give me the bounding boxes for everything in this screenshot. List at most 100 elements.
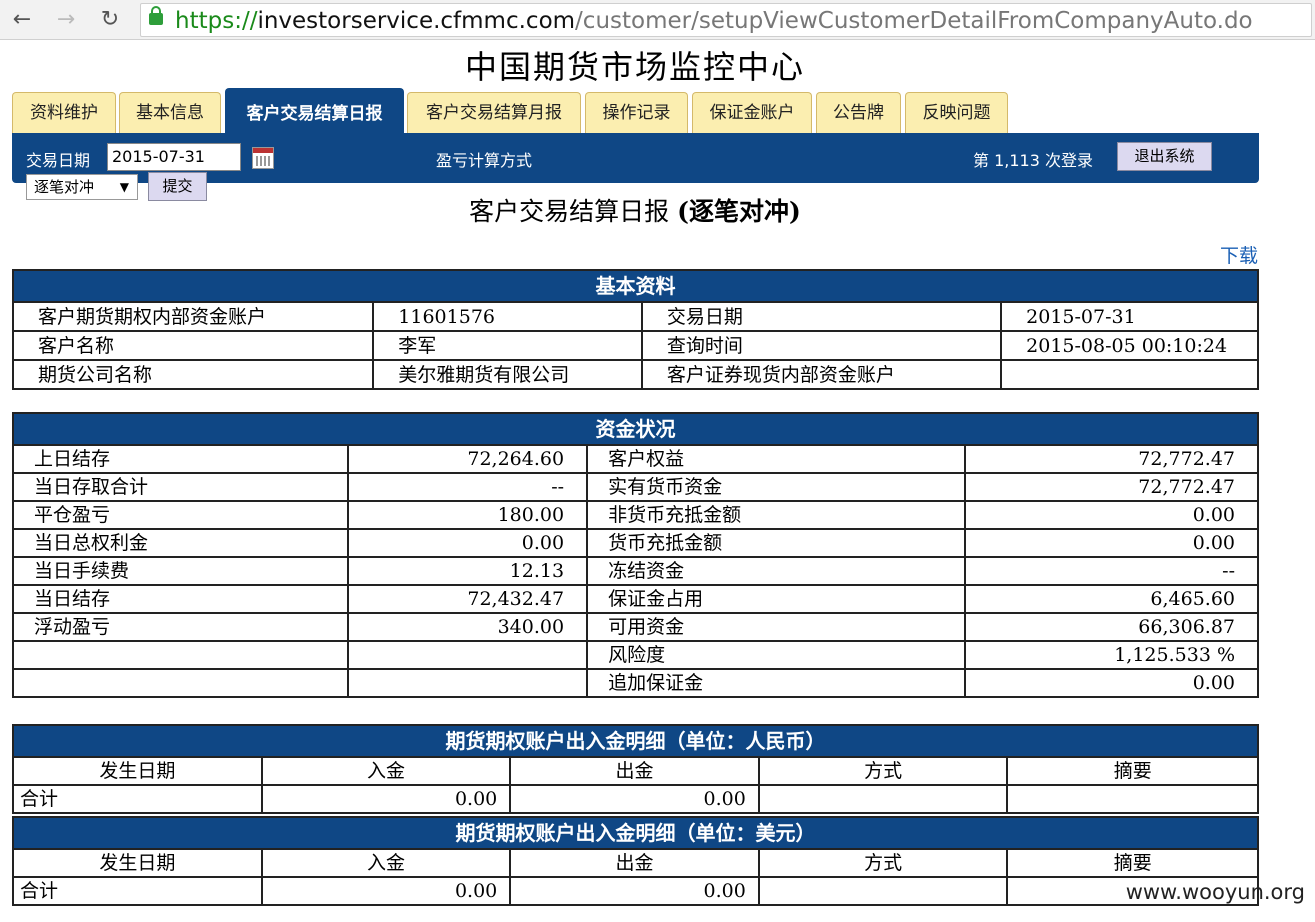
- calendar-icon[interactable]: [252, 147, 274, 169]
- column-header: 摘要: [1006, 756, 1259, 786]
- fund-label: 当日存取合计: [11, 472, 350, 502]
- table-row: 当日总权利金 0.00 货币充抵金额 0.00: [11, 528, 1259, 558]
- column-header: 发生日期: [12, 848, 263, 878]
- total-withdrawal: 0.00: [509, 876, 760, 906]
- site-title: 中国期货市场监控中心: [464, 48, 805, 86]
- reload-icon[interactable]: ↻: [96, 6, 124, 34]
- field-value: 李军: [372, 330, 643, 361]
- funds-header: 资金状况: [12, 412, 1259, 446]
- table-row: 客户期货期权内部资金账户 11601576 交易日期 2015-07-31: [11, 301, 1259, 332]
- fund-label: 客户权益: [586, 444, 967, 474]
- fund-label: 上日结存: [11, 444, 350, 474]
- tab-daily-statement[interactable]: 客户交易结算日报: [225, 88, 404, 133]
- tab-basic-info[interactable]: 基本信息: [119, 92, 221, 133]
- fund-label: 当日结存: [11, 584, 350, 614]
- tab-profile-maintenance[interactable]: 资料维护: [12, 92, 116, 133]
- table-row: 风险度 1,125.533 %: [11, 640, 1259, 670]
- watermark: www.wooyun.org: [1125, 880, 1305, 904]
- field-label: 期货公司名称: [11, 359, 375, 390]
- column-header: 出金: [509, 848, 760, 878]
- column-header: 方式: [757, 756, 1009, 786]
- field-label: 查询时间: [640, 330, 1003, 361]
- fund-value: 12.13: [347, 556, 589, 586]
- io-usd-table: 期货期权账户出入金明细（单位：美元） 发生日期 入金 出金 方式 摘要 合计 0…: [12, 816, 1259, 906]
- fund-value: 1,125.533 %: [964, 640, 1259, 670]
- total-method: [757, 876, 1009, 906]
- arrow-left-icon[interactable]: ←: [8, 6, 36, 34]
- fund-label: 浮动盈亏: [11, 612, 350, 642]
- table-row: 追加保证金 0.00: [11, 668, 1259, 698]
- lock-icon: [149, 6, 163, 25]
- table-row: 当日存取合计 -- 实有货币资金 72,772.47: [11, 472, 1259, 502]
- field-value: [1000, 359, 1259, 390]
- fund-label: 保证金占用: [586, 584, 967, 614]
- field-label: 客户名称: [11, 330, 375, 361]
- field-label: 客户期货期权内部资金账户: [11, 301, 375, 332]
- fund-label: 可用资金: [586, 612, 967, 642]
- fund-value: 66,306.87: [964, 612, 1259, 642]
- total-deposit: 0.00: [260, 876, 512, 906]
- column-header: 摘要: [1006, 848, 1259, 878]
- field-value: 11601576: [372, 301, 643, 332]
- tab-feedback[interactable]: 反映问题: [905, 92, 1008, 133]
- fund-label: 货币充抵金额: [586, 528, 967, 558]
- basic-info-header: 基本资料: [12, 269, 1259, 303]
- field-value: 2015-07-31: [1000, 301, 1259, 332]
- report-title: 客户交易结算日报 (逐笔对冲): [469, 197, 801, 226]
- field-value: 美尔雅期货有限公司: [372, 359, 643, 390]
- fund-label: 当日总权利金: [11, 528, 350, 558]
- tab-operation-log[interactable]: 操作记录: [585, 92, 688, 133]
- fund-value: 72,772.47: [964, 444, 1259, 474]
- total-deposit: 0.00: [260, 784, 512, 814]
- fund-value: 6,465.60: [964, 584, 1259, 614]
- fund-label: 实有货币资金: [586, 472, 967, 502]
- fund-label: [11, 668, 350, 698]
- table-row: 平仓盈亏 180.00 非货币充抵金额 0.00: [11, 500, 1259, 530]
- trade-date-input[interactable]: 2015-07-31: [107, 143, 241, 171]
- total-withdrawal: 0.00: [509, 784, 760, 814]
- arrow-right-icon[interactable]: →: [52, 6, 80, 34]
- fund-label: 追加保证金: [586, 668, 967, 698]
- fund-value: [347, 640, 589, 670]
- table-row: 合计 0.00 0.00: [12, 876, 1259, 906]
- column-header: 入金: [260, 848, 512, 878]
- fund-value: 340.00: [347, 612, 589, 642]
- column-header: 方式: [757, 848, 1009, 878]
- table-row: 期货公司名称 美尔雅期货有限公司 客户证券现货内部资金账户: [11, 359, 1259, 390]
- logout-button[interactable]: 退出系统: [1117, 142, 1212, 171]
- fund-label: 风险度: [586, 640, 967, 670]
- download-link[interactable]: 下载: [1220, 241, 1258, 268]
- fund-value: 180.00: [347, 500, 589, 530]
- fund-value: 0.00: [347, 528, 589, 558]
- fund-value: 72,264.60: [347, 444, 589, 474]
- login-count: 第 1,113 次登录: [973, 151, 1093, 170]
- fund-value: 0.00: [964, 500, 1259, 530]
- tab-monthly-statement[interactable]: 客户交易结算月报: [407, 92, 581, 133]
- fund-value: 72,772.47: [964, 472, 1259, 502]
- table-header-row: 发生日期 入金 出金 方式 摘要: [12, 756, 1259, 786]
- column-header: 入金: [260, 756, 512, 786]
- tab-margin-account[interactable]: 保证金账户: [692, 92, 812, 133]
- field-value: 2015-08-05 00:10:24: [1000, 330, 1259, 361]
- address-bar[interactable]: https://investorservice.cfmmc.com/custom…: [140, 3, 1312, 37]
- io-rmb-table: 期货期权账户出入金明细（单位：人民币） 发生日期 入金 出金 方式 摘要 合计 …: [12, 724, 1259, 814]
- tab-bulletin-board[interactable]: 公告牌: [816, 92, 901, 133]
- table-row: 客户名称 李军 查询时间 2015-08-05 00:10:24: [11, 330, 1259, 361]
- fund-value: 72,432.47: [347, 584, 589, 614]
- fund-value: --: [964, 556, 1259, 586]
- column-header: 发生日期: [12, 756, 263, 786]
- basic-info-table: 基本资料 客户期货期权内部资金账户 11601576 交易日期 2015-07-…: [11, 269, 1259, 390]
- fund-label: 冻结资金: [586, 556, 967, 586]
- table-row: 浮动盈亏 340.00 可用资金 66,306.87: [11, 612, 1259, 642]
- table-row: 上日结存 72,264.60 客户权益 72,772.47: [11, 444, 1259, 474]
- url-text: https://investorservice.cfmmc.com/custom…: [175, 8, 1253, 34]
- browser-toolbar: ← → ↻ https://investorservice.cfmmc.com/…: [0, 0, 1315, 40]
- total-label: 合计: [12, 876, 263, 906]
- total-method: [757, 784, 1009, 814]
- trade-date-label: 交易日期: [26, 151, 91, 170]
- table-row: 合计 0.00 0.00: [12, 784, 1259, 814]
- field-label: 客户证券现货内部资金账户: [640, 359, 1003, 390]
- table-row: 当日手续费 12.13 冻结资金 --: [11, 556, 1259, 586]
- fund-label: 当日手续费: [11, 556, 350, 586]
- fund-value: [347, 668, 589, 698]
